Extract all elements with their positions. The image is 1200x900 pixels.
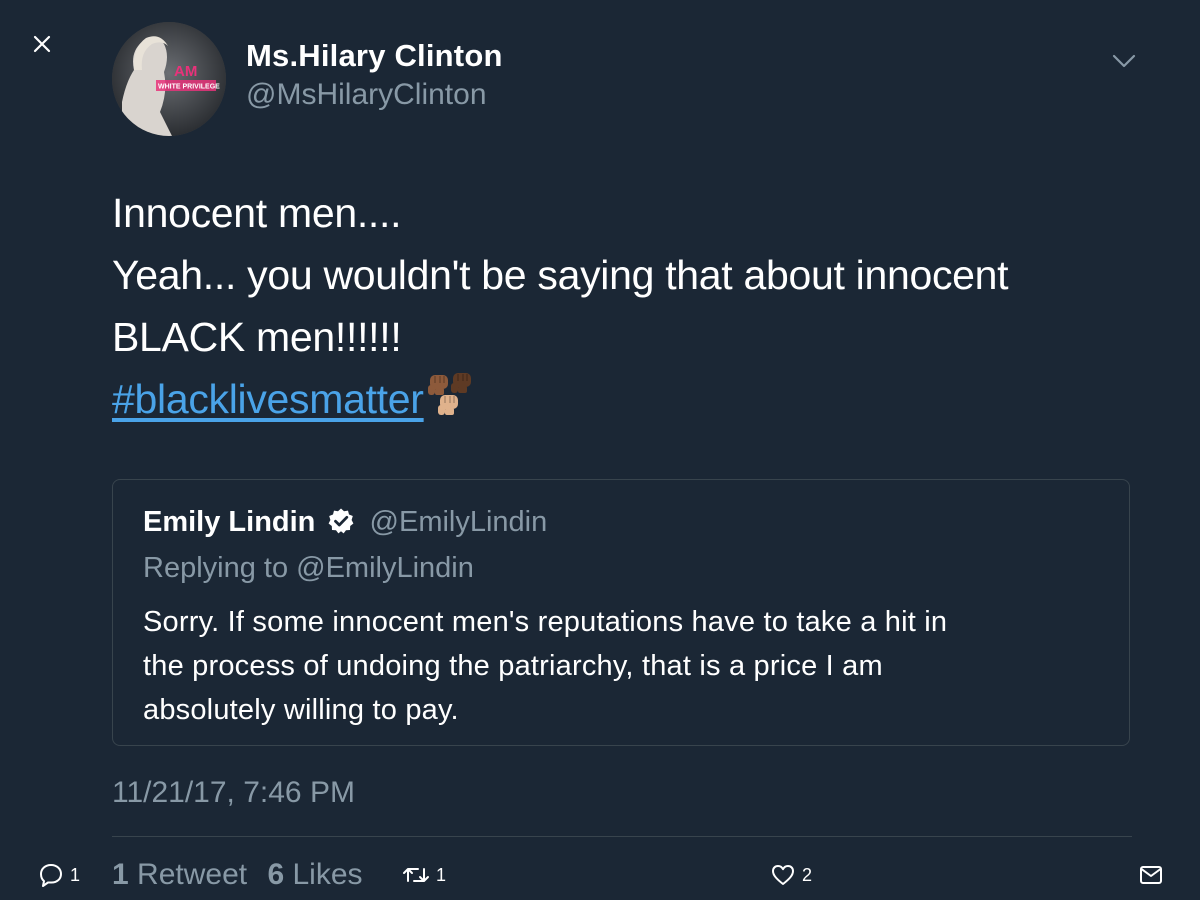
retweet-action[interactable]: 1 (402, 862, 446, 888)
retweets-stat[interactable]: 1 Retweet (112, 858, 247, 891)
quoted-text-line: the process of undoing the patriarchy, t… (143, 650, 883, 682)
close-icon (33, 35, 51, 53)
like-action[interactable]: 2 (770, 862, 812, 888)
close-button[interactable] (30, 32, 54, 56)
author-display-name[interactable]: Ms.Hilary Clinton (246, 38, 503, 74)
likes-stat[interactable]: 6 Likes (267, 858, 362, 891)
quoted-text-line: absolutely willing to pay. (143, 694, 459, 726)
avatar[interactable]: AM WHITE PRIVILEGE (112, 22, 226, 136)
retweets-stat-count: 1 (112, 858, 129, 891)
avatar-overlay-bottom: WHITE PRIVILEGE (158, 84, 220, 91)
like-count: 2 (802, 864, 813, 885)
quoted-tweet-text: Sorry. If some innocent men's reputation… (143, 600, 1118, 732)
reply-icon (40, 864, 62, 887)
direct-message-action[interactable] (1138, 862, 1170, 888)
avatar-overlay-top: AM (174, 63, 197, 80)
hashtag-link[interactable]: #blacklivesmatter (112, 376, 424, 422)
divider (112, 836, 1132, 837)
envelope-icon (1140, 866, 1162, 884)
more-options-button[interactable] (1111, 50, 1137, 72)
likes-stat-label: Likes (292, 858, 363, 891)
tweet-hashtag-line: #blacklivesmatter (112, 368, 1112, 430)
verified-badge-icon (327, 507, 355, 535)
retweets-stat-label: Retweet (137, 858, 248, 891)
tweet-text: Innocent men.... Yeah... you wouldn't be… (112, 182, 1112, 430)
retweet-icon (403, 868, 429, 882)
reply-action[interactable]: 1 (38, 862, 80, 888)
tweet-detail-page: AM WHITE PRIVILEGE Ms.Hilary Clinton @Ms… (0, 0, 1200, 900)
raised-fists-icon (426, 371, 480, 417)
quoted-tweet[interactable]: Emily Lindin @EmilyLindin Replying to @E… (112, 479, 1130, 746)
engagement-stats: 1 Retweet 6 Likes (112, 858, 363, 892)
author-handle[interactable]: @MsHilaryClinton (246, 78, 487, 112)
retweet-count: 1 (436, 864, 447, 885)
reply-count: 1 (70, 864, 81, 885)
tweet-text-line: Yeah... you wouldn't be saying that abou… (112, 252, 1009, 298)
tweet-text-line: BLACK men!!!!!! (112, 314, 402, 360)
tweet-text-line: Innocent men.... (112, 190, 402, 236)
chevron-down-icon (1112, 54, 1136, 68)
quoted-author-name: Emily Lindin (143, 506, 316, 538)
likes-stat-count: 6 (267, 858, 285, 891)
reply-context: Replying to @EmilyLindin (143, 552, 474, 584)
avatar-image: AM WHITE PRIVILEGE (112, 22, 226, 136)
tweet-timestamp: 11/21/17, 7:46 PM (112, 776, 355, 809)
quoted-tweet-header: Emily Lindin @EmilyLindin (143, 506, 547, 539)
heart-icon (772, 865, 794, 885)
quoted-author-handle: @EmilyLindin (369, 506, 548, 538)
quoted-text-line: Sorry. If some innocent men's reputation… (143, 606, 948, 638)
